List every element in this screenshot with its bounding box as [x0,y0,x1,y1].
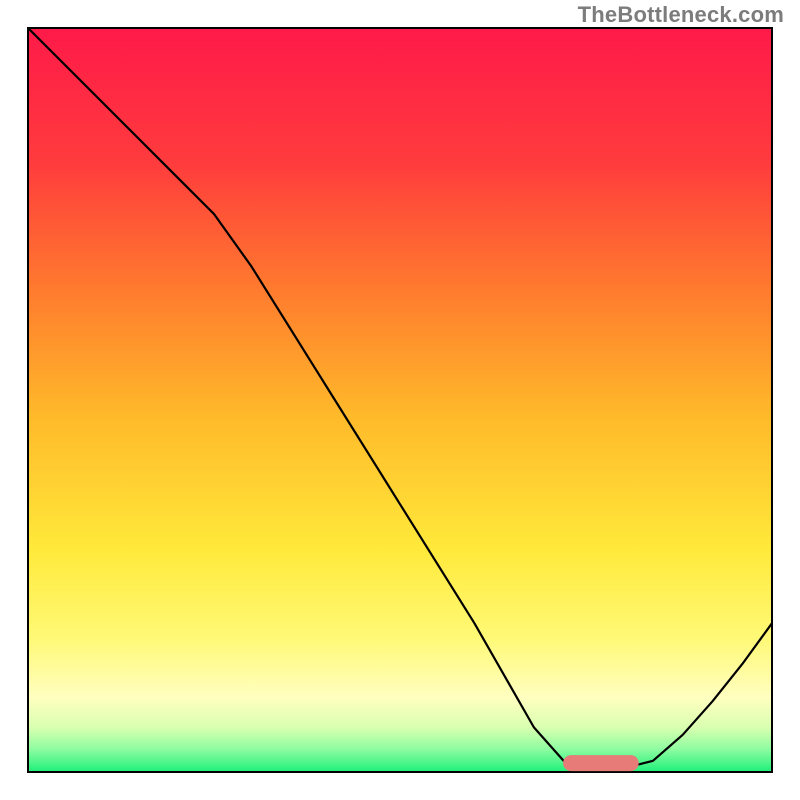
chart-svg [0,0,800,800]
watermark-text: TheBottleneck.com [578,2,784,28]
chart-container: TheBottleneck.com [0,0,800,800]
